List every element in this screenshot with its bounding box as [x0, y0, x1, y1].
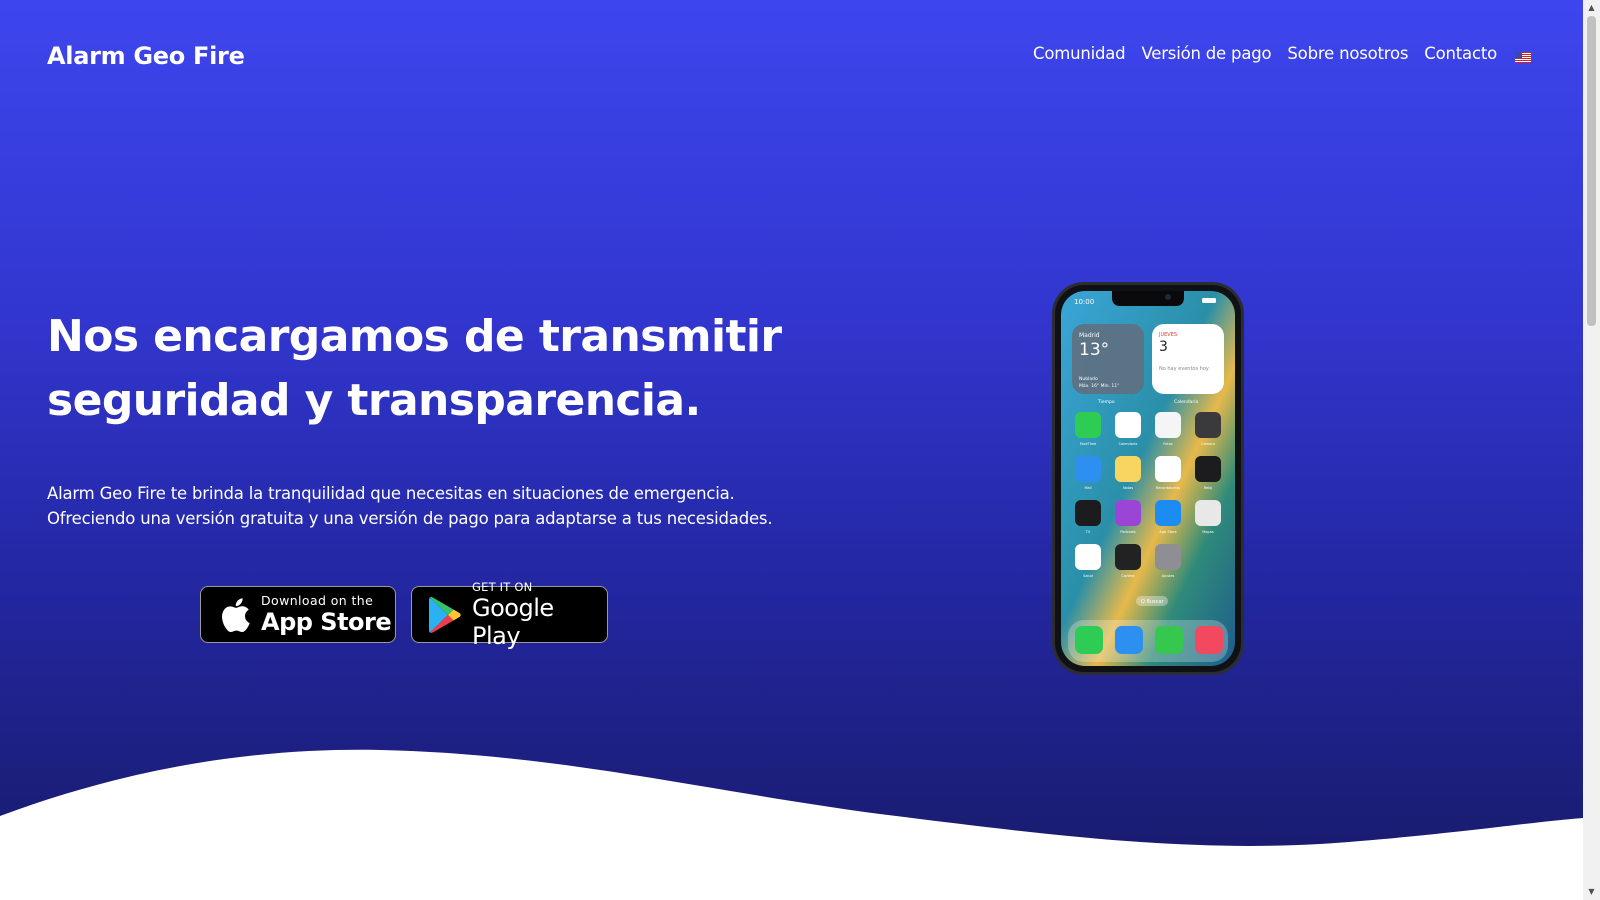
phone-mockup-image: 10:00 Madrid 13° Nublado Máx. 16° Mín. 1…: [1052, 282, 1244, 675]
google-play-small-text: GET IT ON: [472, 579, 533, 594]
phone-app-label: Podcasts: [1120, 530, 1136, 534]
google-play-button[interactable]: GET IT ON Google Play: [411, 580, 608, 650]
phone-cal-label: Calendario: [1174, 399, 1198, 405]
hero-description-line2: Ofreciendo una versión gratuita y una ve…: [47, 509, 773, 528]
scroll-down-arrow-icon[interactable]: ▼: [1583, 884, 1600, 900]
phone-app-label: Notas: [1123, 486, 1133, 490]
phone-cal-date: 3: [1159, 339, 1168, 355]
phone-app-label: Cámara: [1201, 442, 1215, 446]
phone-app-icon: [1075, 456, 1101, 482]
hero-description-line1: Alarm Geo Fire te brinda la tranquilidad…: [47, 484, 735, 503]
hero-section: Alarm Geo Fire Comunidad Versión de pago…: [0, 0, 1583, 900]
phone-weather-cond: Nublado: [1079, 376, 1098, 382]
app-store-small-text: Download on the: [261, 592, 374, 608]
phone-weather-city: Madrid: [1079, 332, 1100, 339]
phone-dock-phone-icon: [1075, 626, 1103, 654]
phone-app-icon: [1115, 456, 1141, 482]
phone-app-label: Recordatorios: [1156, 486, 1180, 490]
phone-dock-safari-icon: [1115, 626, 1143, 654]
phone-app-label: Mail: [1084, 486, 1091, 490]
phone-app-icon: [1195, 412, 1221, 438]
google-play-big-text: Google Play: [472, 593, 554, 650]
phone-time: 10:00: [1074, 298, 1094, 306]
phone-app-label: Calendario: [1119, 442, 1138, 446]
phone-app-label: Cartera: [1121, 574, 1134, 578]
phone-app-icon: [1075, 412, 1101, 438]
hero-headline-line1: Nos encargamos de transmitir: [47, 311, 782, 362]
phone-app-icon: [1155, 412, 1181, 438]
page-scrollbar-thumb[interactable]: [1587, 16, 1596, 326]
phone-app-icon: [1195, 500, 1221, 526]
nav-link-comunidad[interactable]: Comunidad: [1033, 44, 1126, 63]
phone-weather-temp: 13°: [1079, 340, 1109, 360]
phone-app-icon: [1075, 544, 1101, 570]
phone-app-label: FaceTime: [1080, 442, 1096, 446]
phone-app-icon: [1195, 456, 1221, 482]
phone-app-label: Ajustes: [1162, 574, 1175, 578]
brand-logo[interactable]: Alarm Geo Fire: [47, 42, 245, 70]
phone-app-icon: [1115, 544, 1141, 570]
phone-app-label: App Store: [1159, 530, 1176, 534]
us-flag-icon[interactable]: [1515, 48, 1531, 63]
phone-app-icon: [1155, 500, 1181, 526]
main-nav: Comunidad Versión de pago Sobre nosotros…: [1033, 44, 1531, 63]
phone-cal-note: No hay eventos hoy: [1159, 366, 1209, 372]
scroll-up-arrow-icon[interactable]: ▲: [1583, 0, 1600, 16]
hero-headline: Nos encargamos de transmitir seguridad y…: [47, 305, 807, 433]
hero-description: Alarm Geo Fire te brinda la tranquilidad…: [47, 481, 827, 531]
page: Alarm Geo Fire Comunidad Versión de pago…: [0, 0, 1583, 900]
phone-app-icon: [1155, 544, 1181, 570]
phone-app-label: Reloj: [1204, 486, 1213, 490]
phone-app-label: TV: [1085, 530, 1091, 534]
app-store-big-text: App Store: [261, 607, 392, 636]
app-store-button[interactable]: Download on the App Store: [200, 586, 396, 643]
phone-dock-messages-icon: [1155, 626, 1183, 654]
phone-search-pill: Q Buscar: [1141, 599, 1165, 605]
apple-icon: [217, 595, 251, 635]
phone-app-icon: [1115, 500, 1141, 526]
phone-dock-music-icon: [1195, 626, 1223, 654]
phone-app-icon: [1155, 456, 1181, 482]
phone-app-icon: [1075, 500, 1101, 526]
google-play-icon: [428, 596, 462, 634]
phone-cal-day: JUEVES: [1158, 332, 1177, 338]
phone-app-label: Mapas: [1202, 530, 1214, 534]
phone-weather-range: Máx. 16° Mín. 11°: [1079, 382, 1119, 389]
hero-wave-divider: [0, 749, 1583, 900]
phone-app-label: Fotos: [1163, 442, 1173, 446]
nav-link-contacto[interactable]: Contacto: [1424, 44, 1497, 63]
nav-link-version-de-pago[interactable]: Versión de pago: [1141, 44, 1271, 63]
phone-app-icon: [1115, 412, 1141, 438]
hero-headline-line2: seguridad y transparencia.: [47, 375, 701, 426]
nav-link-sobre-nosotros[interactable]: Sobre nosotros: [1287, 44, 1408, 63]
phone-weather-label: Tiempo: [1097, 399, 1115, 405]
phone-app-label: Salud: [1083, 574, 1093, 578]
